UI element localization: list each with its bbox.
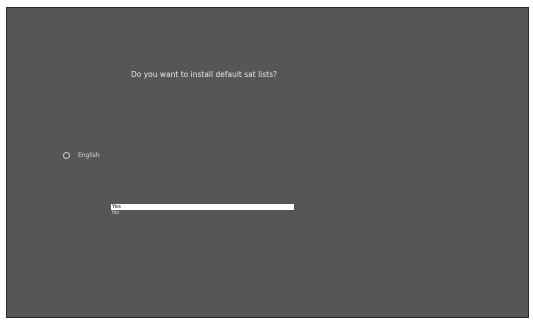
radio-icon[interactable] [63, 152, 70, 159]
install-question: Do you want to install default sat lists… [131, 70, 277, 79]
choice-list: Yes No [111, 204, 294, 216]
choice-no[interactable]: No [111, 210, 294, 216]
language-option-english[interactable]: English [63, 152, 100, 159]
install-dialog-screen: Do you want to install default sat lists… [6, 7, 529, 318]
language-label: English [78, 152, 100, 159]
